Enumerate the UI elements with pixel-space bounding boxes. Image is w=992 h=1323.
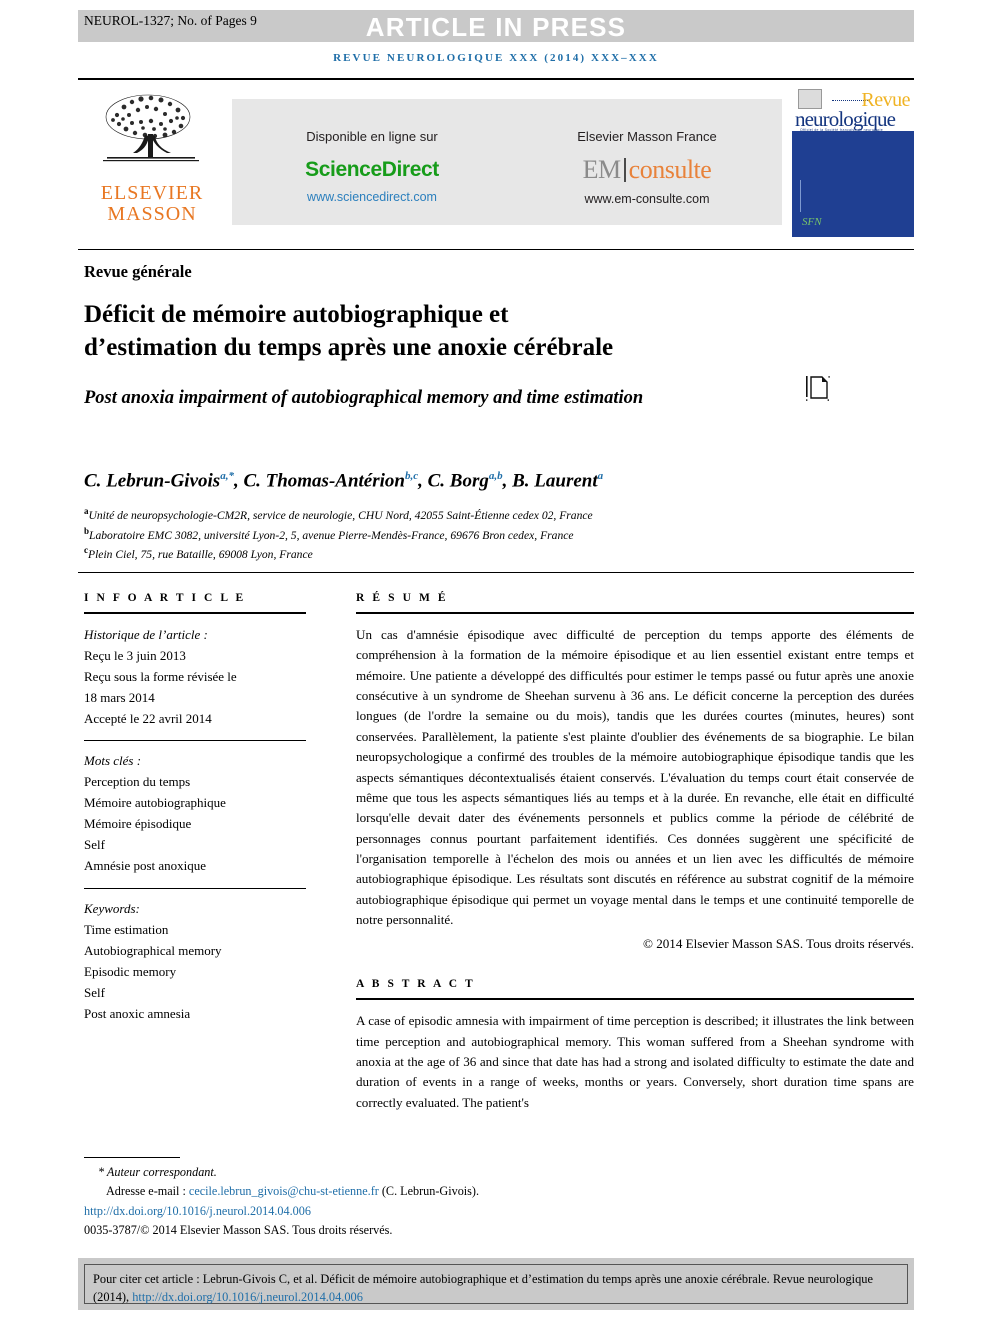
- page-title: Déficit de mémoire autobiographique et d…: [84, 298, 784, 364]
- emconsulte-url[interactable]: www.em-consulte.com: [512, 192, 782, 206]
- keyword-item: Post anoxic amnesia: [84, 1005, 191, 1021]
- article-history-title: Historique de l’article :: [84, 627, 208, 642]
- abstract-rule: [356, 998, 914, 1001]
- mots-cles-item: Amnésie post anoxique: [84, 858, 207, 874]
- elsevier-tree-icon: [103, 94, 199, 162]
- keyword-item: Episodic memory: [84, 963, 177, 979]
- article-history-line: 18 mars 2014: [84, 690, 155, 706]
- sciencedirect-caption: Disponible en ligne sur: [306, 129, 438, 144]
- sciencedirect-logo-part2: Direct: [381, 158, 440, 181]
- affiliation-item: cPlein Ciel, 75, rue Bataille, 69008 Lyo…: [84, 544, 844, 564]
- manuscript-stamp: NEUROL-1327; No. of Pages 9: [84, 13, 257, 28]
- abstract-column: R É S U M É Un cas d'amnésie épisodique …: [356, 592, 914, 1113]
- author-affil-marker: a: [597, 470, 604, 482]
- article-page: ARTICLE IN PRESS NEUROL-1327; No. of Pag…: [0, 0, 992, 1323]
- affiliation-item: aUnité de neuropsychologie-CM2R, service…: [84, 505, 844, 525]
- email-label: Adresse e-mail :: [106, 1184, 186, 1199]
- sciencedirect-logo[interactable]: ScienceDirect: [232, 158, 512, 182]
- page-title-line2: d’estimation du temps après une anoxie c…: [84, 334, 614, 361]
- article-history-block: Historique de l’article : Reçu le 3 juin…: [84, 624, 306, 729]
- mots-cles-item: Mémoire épisodique: [84, 816, 192, 832]
- elsevier-wordmark-line1: ELSEVIER: [100, 182, 204, 204]
- issn-copyright-line: 0035-3787/© 2014 Elsevier Masson SAS. To…: [84, 1222, 393, 1237]
- emconsulte-logo-part1: EM: [582, 155, 622, 184]
- emconsulte-logo[interactable]: EM consulte: [512, 155, 782, 185]
- footnote-block: * Auteur correspondant. Adresse e-mail :…: [84, 1163, 784, 1240]
- elsevier-mini-logo-icon: [798, 89, 822, 109]
- corresponding-author-note: * Auteur correspondant.: [98, 1165, 217, 1179]
- emconsulte-block: Elsevier Masson France EM consulte www.em…: [512, 99, 782, 206]
- email-line: Adresse e-mail : cecile.lebrun_givois@ch…: [84, 1182, 784, 1201]
- author-affil-marker: a,b: [488, 470, 503, 482]
- article-history-line: Reçu le 3 juin 2013: [84, 648, 186, 664]
- sciencedirect-block: Disponible en ligne sur ScienceDirect ww…: [232, 99, 512, 204]
- email-link[interactable]: cecile.lebrun_givois@chu-st-etienne.fr: [189, 1184, 379, 1198]
- footnote-rule: [84, 1157, 180, 1158]
- citation-banner: Pour citer cet article : Lebrun-Givois C…: [78, 1258, 914, 1310]
- mots-cles-title: Mots clés :: [84, 753, 142, 769]
- journal-running-head: REVUE NEUROLOGIQUE XXX (2014) XXX–XXX: [333, 52, 659, 64]
- mots-cles-item: Mémoire autobiographique: [84, 795, 226, 811]
- abstract-body: A case of episodic amnesia with impairme…: [356, 1013, 914, 1110]
- citation-text: Pour citer cet article : Lebrun-Givois C…: [84, 1264, 908, 1304]
- affiliation-text: Plein Ciel, 75, rue Bataille, 69008 Lyon…: [88, 548, 313, 562]
- mots-cles-item: Perception du temps: [84, 774, 191, 790]
- keywords-title: Keywords:: [84, 900, 140, 916]
- crossmark-icon[interactable]: [805, 374, 831, 404]
- header-rule: [78, 78, 914, 80]
- sciencedirect-url[interactable]: www.sciencedirect.com: [232, 190, 512, 204]
- elsevier-wordmark-line2: MASSON: [107, 203, 197, 226]
- authors-bottom-rule: [78, 572, 914, 573]
- resume-heading: R É S U M É: [356, 592, 449, 604]
- resume-rule: [356, 612, 914, 614]
- history-keywords-rule: [84, 740, 306, 742]
- keywords-rule: [84, 887, 306, 889]
- affiliation-item: bLaboratoire EMC 3082, université Lyon-2…: [84, 525, 844, 545]
- keywords-block: Keywords: Time estimation Autobiographic…: [84, 898, 306, 1024]
- keyword-item: Self: [84, 984, 105, 1000]
- keyword-item: Autobiographical memory: [84, 942, 222, 958]
- resume-copyright: © 2014 Elsevier Masson SAS. Tous droits …: [642, 936, 914, 952]
- info-article-heading: I N F O A R T I C L E: [84, 592, 246, 604]
- journal-cover-thumbnail[interactable]: Revue neurologique Officiel de la Sociét…: [792, 85, 914, 237]
- doi-link[interactable]: http://dx.doi.org/10.1016/j.neurol.2014.…: [84, 1202, 784, 1221]
- abstract-heading: A B S T R A C T: [356, 978, 476, 991]
- emconsulte-logo-part2: consulte: [628, 155, 712, 184]
- author-affil-marker: b,c: [404, 470, 419, 482]
- journal-cover-subtitle: Officiel de la Société française de neur…: [800, 128, 883, 132]
- emconsulte-caption: Elsevier Masson France: [577, 129, 717, 144]
- sciencedirect-logo-part1: Science: [305, 158, 382, 181]
- author-list: C. Lebrun-Givoisa,*, C. Thomas-Antérionb…: [84, 470, 604, 492]
- banner-bottom-rule: [78, 249, 914, 250]
- author-affil-marker: a,*: [220, 470, 234, 482]
- mots-cles-item: Self: [84, 837, 105, 853]
- citation-doi-link[interactable]: http://dx.doi.org/10.1016/j.neurol.2014.…: [132, 1290, 363, 1304]
- affiliation-text: Unité de neuropsychologie-CM2R, service …: [88, 508, 593, 522]
- article-history-line: Reçu sous la forme révisée le: [84, 669, 237, 685]
- affiliation-text: Laboratoire EMC 3082, université Lyon-2,…: [89, 528, 574, 542]
- keyword-item: Time estimation: [84, 921, 169, 937]
- page-title-line1: Déficit de mémoire autobiographique et: [84, 301, 509, 328]
- publisher-banner: ELSEVIER MASSON Disponible en ligne sur …: [78, 85, 914, 237]
- affiliation-list: aUnité de neuropsychologie-CM2R, service…: [84, 505, 844, 564]
- online-availability-panel: Disponible en ligne sur ScienceDirect ww…: [232, 99, 782, 225]
- article-history-line: Accepté le 22 avril 2014: [84, 711, 212, 727]
- emconsulte-logo-divider: [623, 158, 626, 182]
- resume-body: Un cas d'amnésie épisodique avec difficu…: [356, 627, 914, 928]
- mots-cles-block: Mots clés : Perception du temps Mémoire …: [84, 750, 306, 876]
- info-article-column: I N F O A R T I C L E Historique de l’ar…: [84, 592, 306, 1024]
- article-section-kind: Revue générale: [84, 262, 192, 281]
- info-article-rule: [84, 612, 306, 614]
- journal-cover-society-mark: SFN: [802, 216, 822, 228]
- elsevier-masson-logo: ELSEVIER MASSON: [86, 91, 218, 233]
- cover-spine-mark: [800, 180, 801, 212]
- email-owner: (C. Lebrun-Givois).: [381, 1184, 480, 1199]
- page-subtitle-english: Post anoxia impairment of autobiographic…: [84, 388, 644, 408]
